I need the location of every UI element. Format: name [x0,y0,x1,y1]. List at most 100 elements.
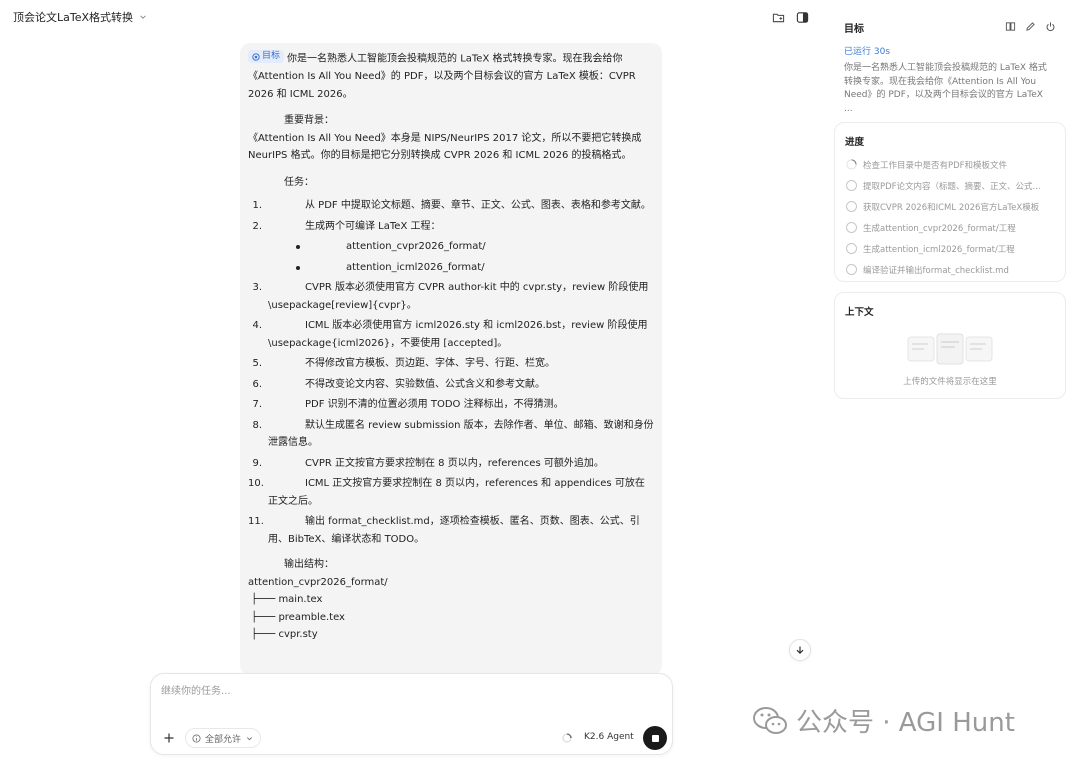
progress-step: 获取CVPR 2026和ICML 2026官方LaTeX模板 [846,196,1056,217]
task-text: PDF 识别不清的位置必须用 TODO 注释标出，不得猜测。 [305,399,564,410]
toggle-panel-button[interactable] [794,9,810,25]
sub-list-item: attention_icml2026_format/ [268,259,654,277]
progress-header: 进度 [845,137,865,148]
output-title: 输出结构： [284,559,334,570]
context-card: 上下文 上传的文件将显示在这里 [834,292,1066,399]
goal-section: 目标 已运行 30s 你是一名熟悉人工智能顶会投稿规范的 LaTeX 格式转换专… [844,20,1066,116]
context-empty-text: 上传的文件将显示在这里 [903,377,997,387]
task-text: 不得改变论文内容、实验数值、公式含义和参考文献。 [305,378,545,390]
task-text: ICML 版本必须使用官方 icml2026.sty 和 icml2026.bs… [268,320,648,349]
progress-step: 编译验证并输出format_checklist.md [846,259,1056,280]
tree-line: attention_cvpr2026_format/ [248,576,388,588]
top-bar: 顶会论文LaTeX格式转换 [0,0,820,34]
chevron-down-icon [140,15,146,19]
task-number: 7. [252,399,262,410]
pending-circle-icon [846,243,857,254]
expand-button[interactable] [1004,20,1016,32]
stop-button[interactable] [643,726,667,750]
background-title: 重要背景： [284,115,334,126]
agent-selector[interactable]: K2.6 Agent [584,732,634,742]
intro-text: 你是一名熟悉人工智能顶会投稿规范的 LaTeX 格式转换专家。现在我会给你《At… [248,53,636,100]
list-item: 8. 默认生成匿名 review submission 版本，去除作者、单位、邮箱… [248,417,654,452]
watermark-text: 公众号 · AGI Hunt [796,708,1015,738]
goal-tag: 目标 [248,50,285,63]
list-item: 4. ICML 版本必须使用官方 icml2026.sty 和 icml2026.… [248,317,654,352]
tree-line: ├─── cvpr.sty [248,629,318,640]
plus-icon [164,733,174,743]
permission-label: 全部允许 [205,734,242,745]
task-number: 10. [248,478,264,489]
sub-item-text: attention_icml2026_format/ [346,261,485,273]
goal-tag-label: 目标 [262,51,281,61]
user-message: 目标 你是一名熟悉人工智能顶会投稿规范的 LaTeX 格式转换专家。现在我会给你… [240,43,662,675]
context-header: 上下文 [845,307,874,318]
progress-step: 生成attention_icml2026_format/工程 [846,238,1056,259]
list-item: 9. CVPR 正文按官方要求控制在 8 页以内，references 可额外追加… [248,455,654,473]
list-item: 10. ICML 正文按官方要求控制在 8 页以内，references 和 ap… [248,475,654,510]
list-item: 1. 从 PDF 中提取论文标题、摘要、章节、正文、公式、图表、表格和参考文献。 [248,197,654,215]
scroll-down-button[interactable] [789,639,811,661]
task-number: 8. [252,419,262,431]
edit-button[interactable] [1024,20,1036,32]
files-placeholder-icon [907,333,993,365]
list-item: 6. 不得改变论文内容、实验数值、公式含义和参考文献。 [248,376,654,394]
goal-actions [1004,20,1056,32]
task-text: CVPR 正文按官方要求控制在 8 页以内，references 可额外追加。 [305,457,604,469]
task-text: 生成两个可编译 LaTeX 工程： [305,220,441,232]
task-text: CVPR 版本必须使用官方 CVPR author-kit 中的 cvpr.st… [268,282,649,311]
conversation-title[interactable]: 顶会论文LaTeX格式转换 [13,9,147,25]
task-number: 1. [252,200,262,211]
task-text: 输出 format_checklist.md，逐项检查模板、匿名、页数、图表、公… [268,516,640,545]
task-number: 11. [248,516,264,527]
background-text: 《Attention Is All You Need》本身是 NIPS/Neur… [248,132,642,162]
list-item: 7. PDF 识别不清的位置必须用 TODO 注释标出，不得猜测。 [248,396,654,414]
pending-circle-icon [846,264,857,275]
step-label: 检查工作目录中是否有PDF和模板文件 [863,160,1008,171]
columns-icon [1005,21,1015,31]
pending-circle-icon [846,222,857,233]
tree-line: ├─── preamble.tex [248,611,345,623]
permission-dropdown[interactable]: 全部允许 [185,728,262,748]
watermark: 公众号 · AGI Hunt [752,702,1015,739]
task-text: 默认生成匿名 review submission 版本，去除作者、单位、邮箱、致… [268,419,654,449]
progress-step: 检查工作目录中是否有PDF和模板文件 [846,154,1056,175]
folder-button[interactable] [770,9,786,25]
task-list: 1. 从 PDF 中提取论文标题、摘要、章节、正文、公式、图表、表格和参考文献。 … [248,197,654,548]
pending-circle-icon [846,201,857,212]
task-number: 2. [252,220,262,232]
loading-spinner-icon [562,733,572,743]
task-number: 9. [252,457,262,469]
progress-step: 生成attention_cvpr2026_format/工程 [846,217,1056,238]
pencil-icon [1025,21,1035,31]
add-attachment-button[interactable] [160,729,178,747]
power-button[interactable] [1044,20,1056,32]
task-text: 从 PDF 中提取论文标题、摘要、章节、正文、公式、图表、表格和参考文献。 [305,200,651,211]
wechat-icon [753,706,787,734]
step-label: 生成attention_icml2026_format/工程 [863,244,1015,255]
sub-list: attention_cvpr2026_format/ attention_icm… [268,238,654,276]
bullet [296,265,300,270]
progress-step: 提取PDF论文内容（标题、摘要、正文、公式... [846,175,1056,196]
step-label: 提取PDF论文内容（标题、摘要、正文、公式... [863,181,1041,192]
output-tree: attention_cvpr2026_format/ ├─── main.tex… [248,574,654,644]
task-input[interactable] [161,682,641,700]
task-text: 不得修改官方模板、页边距、字体、字号、行距、栏宽。 [305,358,555,369]
running-status: 已运行 30s [844,47,891,57]
stop-icon [651,734,659,742]
list-item: 3. CVPR 版本必须使用官方 CVPR author-kit 中的 cvpr.… [248,279,654,314]
target-icon [252,52,260,61]
progress-steps: 检查工作目录中是否有PDF和模板文件 提取PDF论文内容（标题、摘要、正文、公式… [846,154,1056,280]
conversation-title-text: 顶会论文LaTeX格式转换 [13,11,134,24]
list-item: 2. 生成两个可编译 LaTeX 工程： attention_cvpr2026_f… [248,218,654,277]
chevron-down-icon [246,736,253,740]
progress-card: 进度 检查工作目录中是否有PDF和模板文件 提取PDF论文内容（标题、摘要、正文… [834,122,1066,282]
pending-circle-icon [846,180,857,191]
tree-line: ├─── main.tex [248,594,323,605]
sidebar-panel-icon [796,11,808,23]
step-label: 生成attention_cvpr2026_format/工程 [863,223,1016,234]
step-label: 获取CVPR 2026和ICML 2026官方LaTeX模板 [863,202,1040,213]
task-number: 3. [252,282,262,293]
sub-list-item: attention_cvpr2026_format/ [268,238,654,256]
goal-description: 你是一名熟悉人工智能顶会投稿规范的 LaTeX 格式转换专家。现在我会给你《At… [844,63,1047,114]
task-number: 5. [252,358,262,369]
